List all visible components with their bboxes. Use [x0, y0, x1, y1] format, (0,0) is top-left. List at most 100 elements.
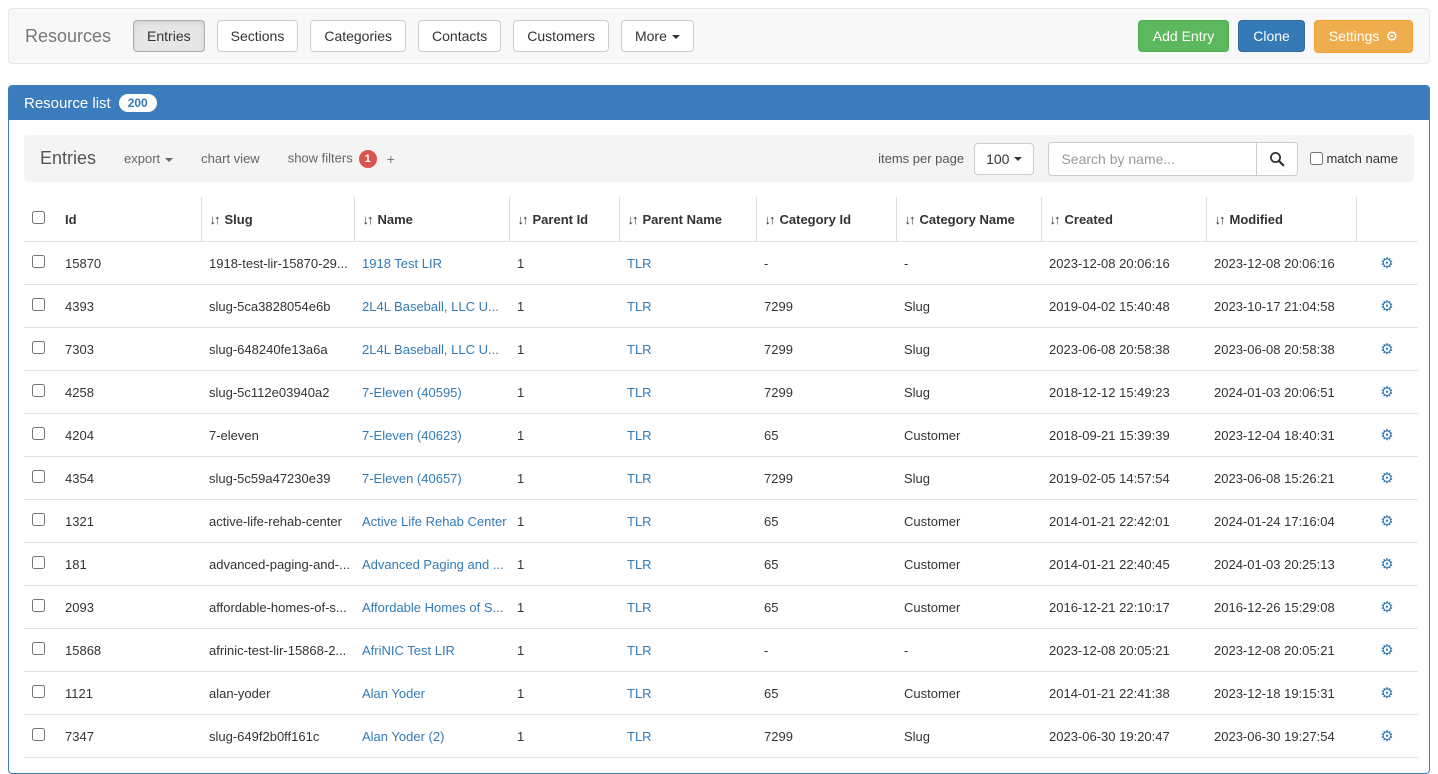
- search-input[interactable]: [1048, 142, 1256, 176]
- parent-name-link[interactable]: TLR: [627, 643, 652, 658]
- nav-tab-contacts[interactable]: Contacts: [418, 20, 501, 52]
- entry-name-link[interactable]: 7-Eleven (40595): [362, 385, 462, 400]
- column-header-created[interactable]: ↓↑Created: [1041, 197, 1206, 242]
- row-select-cell: [24, 242, 57, 285]
- search-button[interactable]: [1256, 142, 1298, 176]
- row-settings-button[interactable]: ⚙: [1372, 299, 1401, 314]
- entry-name-link[interactable]: Alan Yoder: [362, 686, 425, 701]
- chart-view-link[interactable]: chart view: [201, 151, 260, 166]
- row-settings-button[interactable]: ⚙: [1372, 514, 1401, 529]
- match-name-checkbox[interactable]: [1310, 152, 1323, 165]
- cell-category-id: -: [756, 629, 896, 672]
- entry-name-link[interactable]: Alan Yoder (2): [362, 729, 444, 744]
- cell-modified: 2024-01-03 20:25:13: [1206, 543, 1356, 586]
- nav-tab-customers[interactable]: Customers: [513, 20, 609, 52]
- parent-name-link[interactable]: TLR: [627, 256, 652, 271]
- column-header-modified[interactable]: ↓↑Modified: [1206, 197, 1356, 242]
- row-checkbox[interactable]: [32, 513, 45, 526]
- parent-name-link[interactable]: TLR: [627, 729, 652, 744]
- row-settings-button[interactable]: ⚙: [1372, 600, 1401, 615]
- row-select-cell: [24, 457, 57, 500]
- entry-name-link[interactable]: 2L4L Baseball, LLC U...: [362, 299, 499, 314]
- entry-name-link[interactable]: Advanced Paging and ...: [362, 557, 504, 572]
- cell-name: Alan Yoder: [354, 672, 509, 715]
- row-checkbox[interactable]: [32, 642, 45, 655]
- nav-tab-categories[interactable]: Categories: [310, 20, 406, 52]
- entry-name-link[interactable]: 1918 Test LIR: [362, 256, 442, 271]
- row-settings-button[interactable]: ⚙: [1372, 686, 1401, 701]
- parent-name-link[interactable]: TLR: [627, 428, 652, 443]
- panel-heading: Resource list 200: [9, 86, 1429, 120]
- entry-name-link[interactable]: 7-Eleven (40657): [362, 471, 462, 486]
- cell-parent-name: TLR: [619, 543, 756, 586]
- sort-icon: ↓↑: [210, 212, 219, 227]
- items-per-page-select[interactable]: 100: [974, 143, 1034, 175]
- cell-name: 7-Eleven (40595): [354, 371, 509, 414]
- row-settings-button[interactable]: ⚙: [1372, 342, 1401, 357]
- add-entry-button[interactable]: Add Entry: [1138, 20, 1229, 52]
- row-checkbox[interactable]: [32, 685, 45, 698]
- row-select-cell: [24, 715, 57, 758]
- parent-name-link[interactable]: TLR: [627, 299, 652, 314]
- row-settings-button[interactable]: ⚙: [1372, 256, 1401, 271]
- row-checkbox[interactable]: [32, 255, 45, 268]
- row-checkbox[interactable]: [32, 470, 45, 483]
- add-filter-button[interactable]: +: [387, 151, 395, 167]
- nav-tab-sections[interactable]: Sections: [217, 20, 299, 52]
- column-header-name[interactable]: ↓↑Name: [354, 197, 509, 242]
- cell-created: 2019-04-02 15:40:48: [1041, 285, 1206, 328]
- parent-name-link[interactable]: TLR: [627, 514, 652, 529]
- cell-modified: 2023-12-18 19:15:31: [1206, 672, 1356, 715]
- row-checkbox[interactable]: [32, 384, 45, 397]
- row-settings-button[interactable]: ⚙: [1372, 385, 1401, 400]
- cell-modified: 2023-06-08 15:26:21: [1206, 457, 1356, 500]
- row-settings-button[interactable]: ⚙: [1372, 428, 1401, 443]
- entry-name-link[interactable]: 2L4L Baseball, LLC U...: [362, 342, 499, 357]
- column-header-category_id[interactable]: ↓↑Category Id: [756, 197, 896, 242]
- row-checkbox[interactable]: [32, 341, 45, 354]
- row-settings-button[interactable]: ⚙: [1372, 643, 1401, 658]
- cell-slug: 1918-test-lir-15870-29...: [201, 242, 354, 285]
- parent-name-link[interactable]: TLR: [627, 471, 652, 486]
- column-header-parent_name[interactable]: ↓↑Parent Name: [619, 197, 756, 242]
- row-settings-button[interactable]: ⚙: [1372, 557, 1401, 572]
- clone-button[interactable]: Clone: [1238, 20, 1305, 52]
- entry-name-link[interactable]: Affordable Homes of S...: [362, 600, 503, 615]
- settings-button[interactable]: Settings⚙: [1314, 20, 1413, 53]
- sort-icon: ↓↑: [765, 212, 774, 227]
- entry-name-link[interactable]: AfriNIC Test LIR: [362, 643, 455, 658]
- actions-column-header: [1356, 197, 1418, 242]
- row-settings-button[interactable]: ⚙: [1372, 729, 1401, 744]
- nav-tab-entries[interactable]: Entries: [133, 20, 205, 52]
- sort-icon: ↓↑: [905, 212, 914, 227]
- table-row: 4393 slug-5ca3828054e6b 2L4L Baseball, L…: [24, 285, 1418, 328]
- toolbar-right: items per page 100 match name: [878, 142, 1398, 176]
- match-name-label[interactable]: match name: [1326, 151, 1398, 166]
- parent-name-link[interactable]: TLR: [627, 385, 652, 400]
- row-checkbox[interactable]: [32, 599, 45, 612]
- select-all-checkbox[interactable]: [32, 211, 45, 224]
- row-checkbox[interactable]: [32, 298, 45, 311]
- caret-down-icon: [165, 158, 173, 162]
- parent-name-link[interactable]: TLR: [627, 600, 652, 615]
- row-actions-cell: ⚙: [1356, 629, 1418, 672]
- column-header-parent_id[interactable]: ↓↑Parent Id: [509, 197, 619, 242]
- entry-name-link[interactable]: 7-Eleven (40623): [362, 428, 462, 443]
- row-settings-button[interactable]: ⚙: [1372, 471, 1401, 486]
- parent-name-link[interactable]: TLR: [627, 342, 652, 357]
- page-size-value: 100: [986, 151, 1009, 167]
- show-filters-link[interactable]: show filters1: [288, 150, 377, 168]
- export-dropdown[interactable]: export: [124, 151, 173, 166]
- cell-created: 2023-06-08 20:58:38: [1041, 328, 1206, 371]
- cell-category-id: 7299: [756, 715, 896, 758]
- parent-name-link[interactable]: TLR: [627, 686, 652, 701]
- parent-name-link[interactable]: TLR: [627, 557, 652, 572]
- caret-down-icon: [672, 35, 680, 39]
- entry-name-link[interactable]: Active Life Rehab Center: [362, 514, 507, 529]
- column-header-slug[interactable]: ↓↑Slug: [201, 197, 354, 242]
- row-checkbox[interactable]: [32, 427, 45, 440]
- column-header-category_name[interactable]: ↓↑Category Name: [896, 197, 1041, 242]
- row-checkbox[interactable]: [32, 556, 45, 569]
- nav-tab-more[interactable]: More: [621, 20, 694, 52]
- row-checkbox[interactable]: [32, 728, 45, 741]
